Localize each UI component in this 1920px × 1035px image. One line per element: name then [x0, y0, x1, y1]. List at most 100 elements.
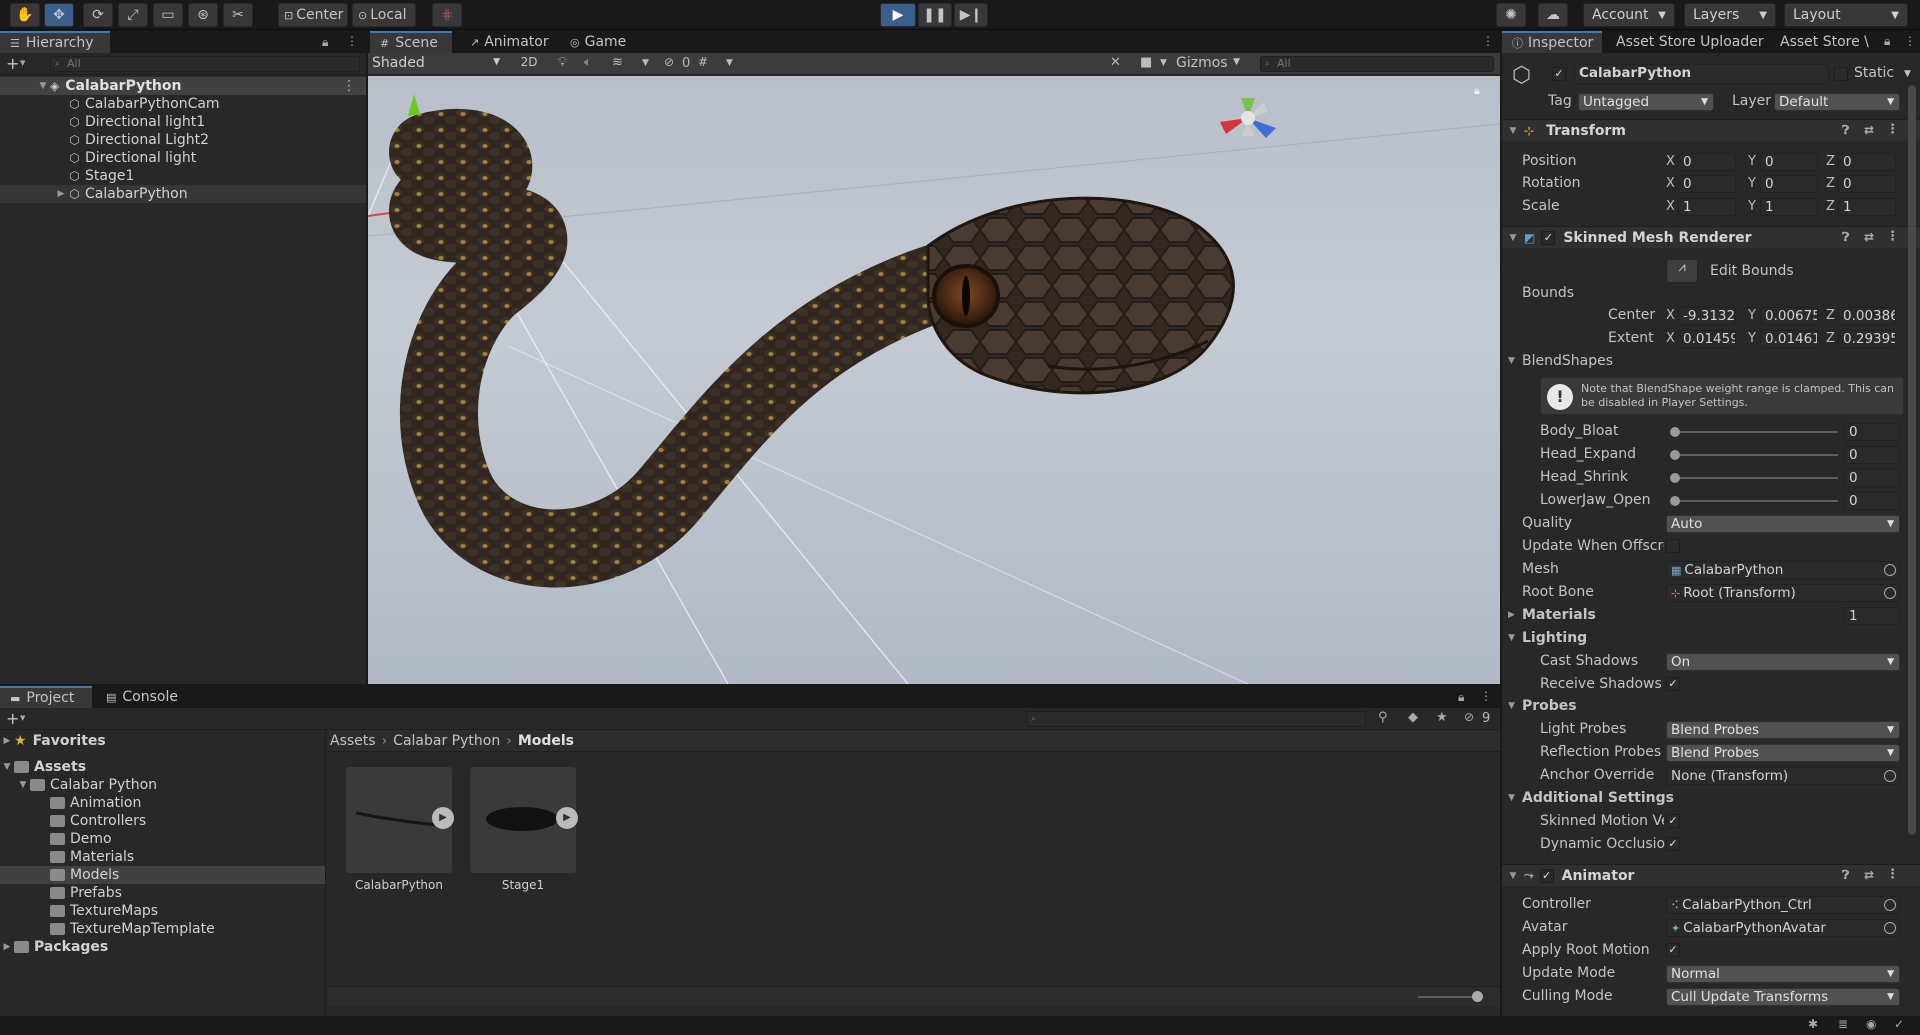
favorites-row[interactable]: ▶ ★ Favorites — [0, 732, 325, 750]
step-button[interactable]: ▶❙ — [954, 3, 988, 27]
hierarchy-search-input[interactable]: ⌕ All — [50, 56, 360, 72]
cast-shadows-dropdown[interactable]: On ▼ — [1666, 653, 1900, 671]
play-preview-icon[interactable]: ▶ — [432, 807, 454, 829]
pivot-center-button[interactable]: ⊡ Center — [278, 3, 348, 27]
blendshape-slider-track[interactable] — [1672, 477, 1838, 479]
folder-row[interactable]: Animation — [0, 794, 325, 812]
blendshape-slider-knob[interactable] — [1670, 427, 1680, 437]
update-offscreen-checkbox[interactable] — [1666, 539, 1680, 553]
extent-x-field[interactable]: 0.01459 — [1678, 330, 1736, 348]
scale-z-field[interactable]: 1 — [1838, 198, 1896, 216]
object-picker-icon[interactable] — [1884, 587, 1896, 599]
blendshape-value-field[interactable]: 0 — [1844, 492, 1900, 510]
blendshape-value-field[interactable]: 0 — [1844, 446, 1900, 464]
add-icon[interactable]: + — [6, 54, 19, 73]
static-checkbox[interactable] — [1834, 67, 1848, 81]
blendshape-slider-track[interactable] — [1672, 431, 1838, 433]
hierarchy-scene-row[interactable]: ▼ ◈ CalabarPython ⋮ — [0, 77, 366, 95]
center-x-field[interactable]: -9.3132 — [1678, 307, 1736, 325]
zoom-slider-track[interactable] — [1418, 996, 1478, 998]
collapse-icon[interactable]: ▼ — [1506, 871, 1520, 881]
hierarchy-item[interactable]: ⬡ Directional light — [0, 149, 366, 167]
culling-mode-dropdown[interactable]: Cull Update Transforms ▼ — [1666, 988, 1900, 1006]
collapse-icon[interactable]: ▼ — [0, 762, 14, 772]
blendshape-value-field[interactable]: 0 — [1844, 423, 1900, 441]
progress-icon[interactable]: ◉ — [1866, 1017, 1876, 1031]
check-icon[interactable]: ✓ — [1894, 1017, 1904, 1031]
reflection-probes-dropdown[interactable]: Blend Probes ▼ — [1666, 744, 1900, 762]
rotation-z-field[interactable]: 0 — [1838, 175, 1896, 193]
effects-icon[interactable]: ≋ — [612, 55, 623, 70]
center-z-field[interactable]: 0.00386 — [1838, 307, 1896, 325]
tab-game[interactable]: ◎ Game — [560, 31, 636, 53]
account-dropdown[interactable]: Account ▼ — [1583, 3, 1675, 27]
tab-project[interactable]: ▬ Project — [0, 686, 92, 708]
layers-dropdown[interactable]: Layers ▼ — [1684, 3, 1776, 27]
tag-dropdown[interactable]: Untagged ▼ — [1578, 93, 1714, 111]
blendshape-slider-knob[interactable] — [1670, 473, 1680, 483]
animator-enabled-checkbox[interactable]: ✓ — [1539, 868, 1554, 883]
blendshape-slider-knob[interactable] — [1670, 496, 1680, 506]
expand-icon[interactable]: ▶ — [0, 736, 14, 746]
audio-icon[interactable]: 🔈︎ — [584, 55, 592, 70]
expand-icon[interactable]: ▶ — [54, 189, 68, 199]
preset-icon[interactable]: ⇄ — [1864, 868, 1874, 882]
blendshape-slider-track[interactable] — [1672, 454, 1838, 456]
hierarchy-item[interactable]: ⬡ CalabarPythonCam — [0, 95, 366, 113]
camera-icon[interactable]: ■ — [1140, 55, 1152, 70]
blendshape-slider-track[interactable] — [1672, 500, 1838, 502]
extent-z-field[interactable]: 0.29395 — [1838, 330, 1896, 348]
collapse-icon[interactable]: ▼ — [1506, 233, 1520, 243]
custom-tool-icon[interactable]: ✂ — [223, 3, 253, 27]
help-icon[interactable]: ❓︎ — [1842, 868, 1849, 883]
more-icon[interactable]: ⋮ — [342, 78, 356, 94]
transform-header[interactable]: ▼ ⊹ Transform ❓︎ ⇄ ⋮ — [1502, 119, 1920, 141]
center-y-field[interactable]: 0.00675 — [1760, 307, 1818, 325]
scene-search-input[interactable]: ⌕ All — [1260, 56, 1494, 72]
object-name-field[interactable]: CalabarPython — [1574, 64, 1829, 84]
receive-shadows-checkbox[interactable]: ✓ — [1666, 677, 1680, 691]
more-icon[interactable]: ⋮ — [1886, 122, 1899, 137]
hierarchy-item[interactable]: ⬡ Stage1 — [0, 167, 366, 185]
help-icon[interactable]: ❓︎ — [1842, 230, 1849, 245]
scale-x-field[interactable]: 1 — [1678, 198, 1736, 216]
tab-hierarchy[interactable]: ☰ Hierarchy — [0, 31, 110, 53]
packages-row[interactable]: ▶ Packages — [0, 938, 325, 956]
blendshape-value-field[interactable]: 0 — [1844, 469, 1900, 487]
quality-dropdown[interactable]: Auto ▼ — [1666, 515, 1900, 533]
edit-bounds-button[interactable]: ⩘ — [1666, 259, 1698, 283]
add-icon[interactable]: + — [6, 709, 19, 728]
chevron-down-icon[interactable]: ▼ — [1904, 69, 1911, 79]
lighting-icon[interactable]: 💡︎ — [558, 55, 567, 70]
materials-count-field[interactable]: 1 — [1844, 607, 1900, 625]
folder-row[interactable]: Controllers — [0, 812, 325, 830]
search-by-type-icon[interactable]: ⚲ — [1378, 710, 1388, 725]
lock-icon[interactable]: 🔒︎ — [322, 35, 328, 50]
debug-icon[interactable]: ✱ — [1808, 1017, 1818, 1031]
tab-inspector[interactable]: ⓘ Inspector — [1502, 31, 1602, 53]
chevron-down-icon[interactable]: ▼ — [726, 58, 733, 68]
layer-dropdown[interactable]: Default ▼ — [1774, 93, 1900, 111]
preset-icon[interactable]: ⇄ — [1864, 123, 1874, 137]
apply-root-motion-checkbox[interactable]: ✓ — [1666, 943, 1680, 957]
anchor-override-field[interactable]: None (Transform) — [1666, 767, 1900, 785]
transform-tool-icon[interactable]: ⊛ — [188, 3, 218, 27]
more-icon[interactable]: ⋮ — [1480, 689, 1492, 703]
mesh-object-field[interactable]: ▦ CalabarPython — [1666, 561, 1900, 579]
zoom-slider-knob[interactable] — [1472, 991, 1483, 1002]
assets-row[interactable]: ▼ Assets — [0, 758, 325, 776]
layout-dropdown[interactable]: Layout ▼ — [1784, 3, 1908, 27]
hierarchy-item-selected[interactable]: ▶ ⬡ CalabarPython — [0, 185, 366, 203]
gizmos-dropdown[interactable]: Gizmos ▼ — [1176, 55, 1240, 73]
rotation-y-field[interactable]: 0 — [1760, 175, 1818, 193]
animator-header[interactable]: ▼ ⤳ ✓ Animator ❓︎ ⇄ ⋮ — [1502, 864, 1920, 886]
chevron-down-icon[interactable]: ▼ — [1160, 58, 1167, 68]
hierarchy-item[interactable]: ⬡ Directional light1 — [0, 113, 366, 131]
skinned-mesh-renderer-header[interactable]: ▼ ◩ ✓ Skinned Mesh Renderer ❓︎ ⇄ ⋮ — [1502, 226, 1920, 248]
folder-row[interactable]: Materials — [0, 848, 325, 866]
chevron-down-icon[interactable]: ▼ — [20, 714, 25, 722]
chevron-down-icon[interactable]: ▼ — [20, 59, 25, 67]
rotate-tool-icon[interactable]: ⟳ — [83, 3, 113, 27]
scale-y-field[interactable]: 1 — [1760, 198, 1818, 216]
project-search-input[interactable]: ⌕ — [1026, 711, 1366, 727]
